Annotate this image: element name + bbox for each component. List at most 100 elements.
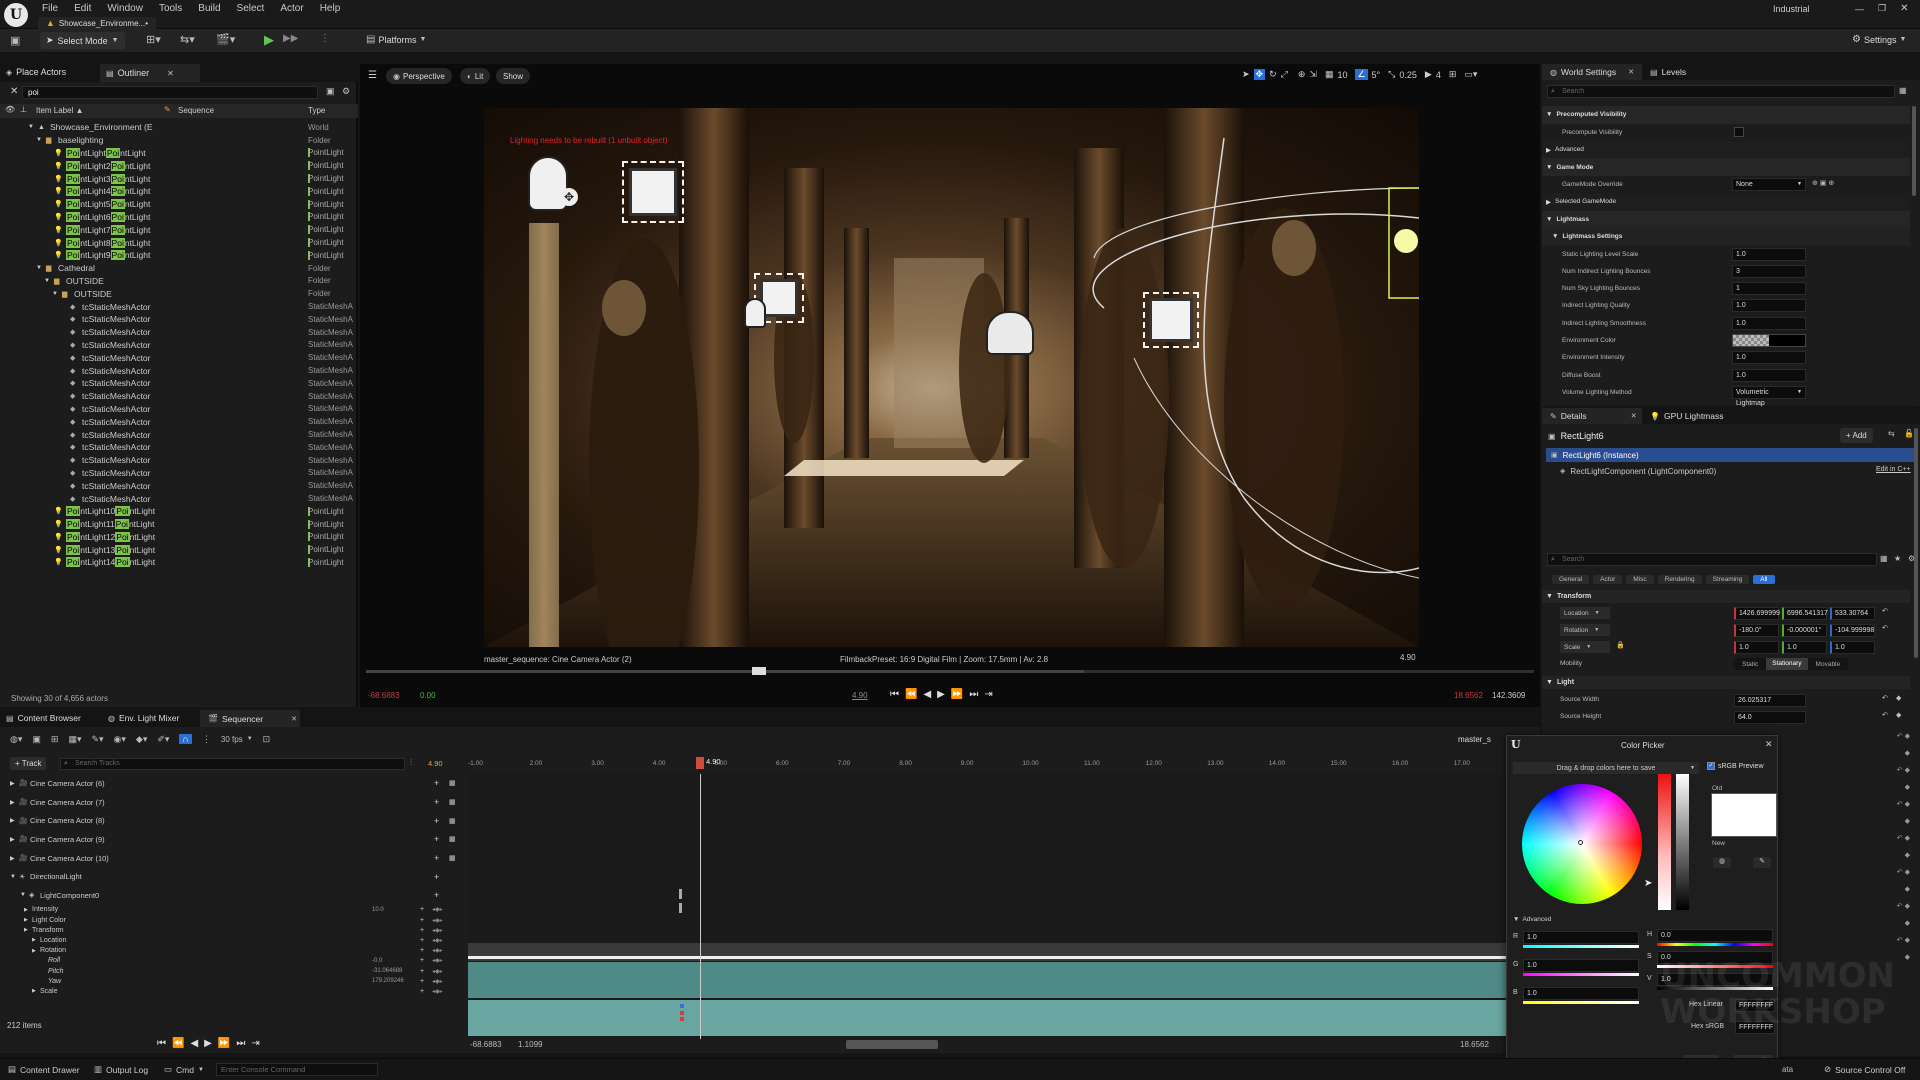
perspective-button[interactable]: ◉ Perspective	[386, 68, 452, 84]
outliner-row[interactable]: 💡 PointLightPointLight PointLight	[0, 147, 356, 160]
expand-arrow-icon[interactable]: ▶	[32, 948, 36, 954]
rotation-snap-value[interactable]: 5°	[1372, 70, 1381, 80]
expand-arrow-icon[interactable]: ▼	[20, 892, 26, 898]
scale-snap-icon[interactable]: ⤡	[1388, 69, 1395, 80]
component-instance-row[interactable]: ▣ RectLight6 (Instance)	[1546, 448, 1914, 462]
edit-cpp-link[interactable]: Edit in C++	[1876, 466, 1911, 473]
outliner-row[interactable]: ◆ tcStaticMeshActor StaticMeshA	[0, 492, 356, 505]
details-scrollbar[interactable]	[1914, 428, 1918, 658]
close-tab-icon[interactable]: ✕	[1631, 412, 1637, 420]
add-key-icon[interactable]: +	[420, 957, 424, 964]
unreal-logo-icon[interactable]: U	[4, 3, 28, 27]
r-field[interactable]: 1.0	[1523, 931, 1639, 944]
property-reset-icon[interactable]: ◆	[1878, 881, 1910, 898]
play-reverse-icon[interactable]: ◀	[923, 689, 931, 700]
rect-light-icon[interactable]	[622, 161, 684, 223]
select-mode-button[interactable]: ➤ Select Mode ▼	[40, 32, 125, 49]
outliner-row[interactable]: ◆ tcStaticMeshActor StaticMeshA	[0, 467, 356, 480]
rotation-y-field[interactable]: -0.000001°	[1782, 624, 1827, 637]
grid-snap-value[interactable]: 10	[1337, 70, 1347, 80]
rotate-tool-icon[interactable]: ↻	[1269, 69, 1277, 80]
value-slider[interactable]	[1676, 774, 1689, 910]
keyframe-icon[interactable]: ◆	[1896, 711, 1901, 719]
outliner-row[interactable]: ◆ tcStaticMeshActor StaticMeshA	[0, 300, 356, 313]
eyedropper-button[interactable]: ✎	[1753, 857, 1771, 868]
reset-icon[interactable]: ↶	[1882, 607, 1888, 615]
filter-tab-streaming[interactable]: Streaming	[1705, 574, 1750, 584]
menu-window[interactable]: Window	[99, 3, 151, 14]
expand-arrow-icon[interactable]: ▼	[10, 874, 16, 880]
color-wheel[interactable]	[1522, 784, 1642, 904]
scale-y-field[interactable]: 1.0	[1782, 641, 1827, 654]
blueprint-icon[interactable]: ⇆	[1888, 429, 1895, 438]
keyframe-marker[interactable]	[679, 903, 682, 913]
tab-content-browser[interactable]: ▤ Content Browser	[6, 713, 81, 723]
property-reset-icon[interactable]: ↶ ◆	[1878, 762, 1910, 779]
add-track-button[interactable]: + Track	[10, 757, 47, 770]
platforms-button[interactable]: ▤ Platforms ▼	[366, 34, 426, 45]
timeline-playhead[interactable]	[752, 667, 766, 675]
rotation-x-field[interactable]: -180.0°	[1734, 624, 1779, 637]
reset-icon[interactable]: ↶	[1882, 711, 1888, 719]
location-y-field[interactable]: 6996.541317	[1782, 607, 1828, 620]
sequencer-subtrack[interactable]: Pitch -31.064688 + ◂◆▸	[0, 966, 466, 976]
sequencer-track[interactable]: ▶ 🎥 Cine Camera Actor (9) + ▦	[0, 830, 466, 849]
add-key-icon[interactable]: +	[420, 906, 424, 913]
menu-help[interactable]: Help	[312, 3, 349, 14]
column-type[interactable]: Type	[308, 106, 325, 115]
transform-track-bar[interactable]	[468, 962, 1508, 998]
add-key-icon[interactable]: +	[434, 778, 439, 788]
h-field[interactable]: 0.0	[1657, 929, 1773, 942]
favorites-icon[interactable]: ★	[1894, 554, 1901, 563]
scale-snap-value[interactable]: 0.25	[1399, 70, 1417, 80]
go-to-end-icon[interactable]: ⏭	[969, 689, 978, 700]
property-value-field[interactable]: 1.0	[1732, 299, 1806, 313]
filter-tab-actor[interactable]: Actor	[1593, 574, 1623, 584]
step-back-icon[interactable]: ⏪	[905, 689, 917, 700]
add-key-icon[interactable]: +	[434, 834, 439, 844]
play-options-icon[interactable]: ⋮	[320, 33, 330, 44]
expand-arrow-icon[interactable]: ▶	[10, 836, 15, 843]
add-key-icon[interactable]: +	[420, 978, 424, 985]
outliner-row[interactable]: ◆ tcStaticMeshActor StaticMeshA	[0, 339, 356, 352]
expand-arrow-icon[interactable]: ▶	[10, 780, 15, 787]
save-icon[interactable]: ▣	[10, 34, 20, 47]
subsection-header[interactable]: ▶ Selected GameMode	[1542, 193, 1910, 211]
outliner-settings-icon[interactable]: ⚙	[342, 86, 350, 97]
outliner-row[interactable]: ▼ ▆ Cathedral Folder	[0, 262, 356, 275]
minimize-icon[interactable]: —	[1855, 4, 1864, 14]
property-reset-icon[interactable]: ↶ ◆	[1878, 898, 1910, 915]
property-value-field[interactable]: 1.0	[1732, 316, 1806, 330]
source-width-field[interactable]: 26.025317	[1734, 694, 1806, 707]
add-key-icon[interactable]: +	[434, 816, 439, 826]
outliner-row[interactable]: 💡 PointLight10PointLight PointLight	[0, 505, 356, 518]
camera-cut-icon[interactable]: ▦	[449, 798, 456, 806]
expand-arrow-icon[interactable]: ▶	[24, 907, 28, 913]
srgb-checkbox[interactable]: ✓	[1707, 762, 1715, 770]
fps-dropdown[interactable]: 30 fps	[221, 735, 243, 744]
menu-tools[interactable]: Tools	[151, 3, 190, 14]
mobility-stationary[interactable]: Stationary	[1766, 658, 1808, 670]
location-z-field[interactable]: 533.30764	[1830, 607, 1875, 620]
expand-arrow-icon[interactable]: ▶	[10, 799, 15, 806]
layout-grid-icon[interactable]: ⊞	[1449, 69, 1457, 80]
sequencer-track[interactable]: ▶ 🎥 Cine Camera Actor (8) + ▦	[0, 811, 466, 830]
expand-arrow-icon[interactable]: ▶	[10, 817, 15, 824]
outliner-row[interactable]: ◆ tcStaticMeshActor StaticMeshA	[0, 351, 356, 364]
keyframe-icon[interactable]: ◆	[1896, 694, 1901, 702]
component-row[interactable]: ◈ RectLightComponent (LightComponent0) E…	[1546, 464, 1914, 478]
key-navigation-icon[interactable]: ◂◆▸	[432, 937, 443, 944]
reset-icon[interactable]: ↶	[1882, 624, 1888, 632]
expand-arrow-icon[interactable]: ▼	[44, 278, 50, 284]
output-log-button[interactable]: ▥ Output Log	[94, 1064, 148, 1075]
step-back-icon[interactable]: ⏪	[172, 1038, 184, 1049]
camera-cut-icon[interactable]: ▦	[449, 817, 456, 825]
key-navigation-icon[interactable]: ◂◆▸	[432, 988, 443, 995]
location-dropdown[interactable]: Location ▼	[1560, 607, 1610, 619]
play-step-icon[interactable]: ▶▶	[283, 33, 298, 44]
outliner-row[interactable]: 💡 PointLight12PointLight PointLight	[0, 531, 356, 544]
render-icon[interactable]: ⊞	[51, 734, 59, 745]
filter-tab-misc[interactable]: Misc	[1626, 574, 1654, 584]
camera-speed-icon[interactable]: ▶	[1425, 69, 1432, 80]
filter-tab-all[interactable]: All	[1753, 574, 1775, 584]
